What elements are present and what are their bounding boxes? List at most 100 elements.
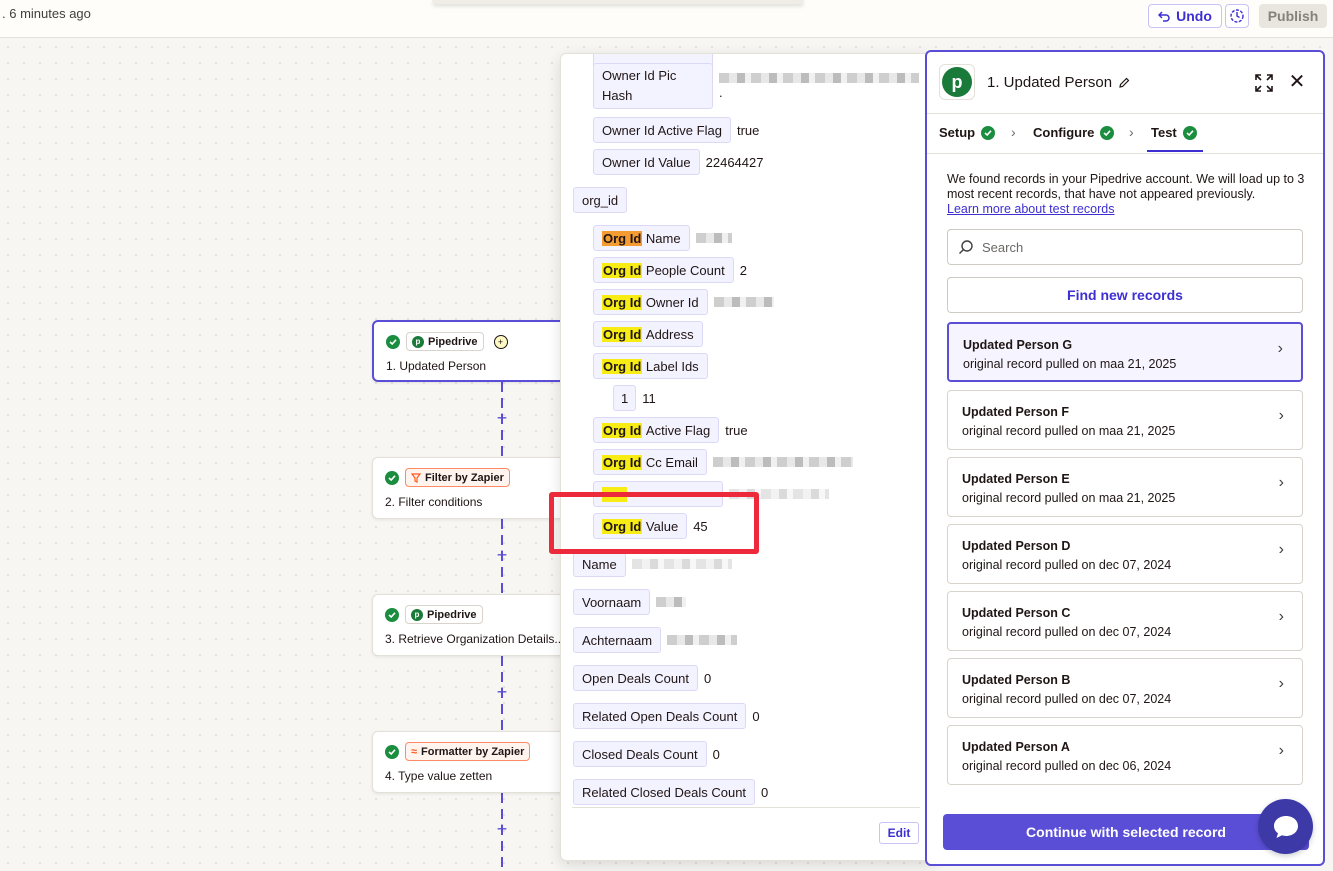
record-title: Updated Person G [963,338,1073,352]
record-subtitle: original record pulled on dec 07, 2024 [962,625,1172,639]
learn-more-link[interactable]: Learn more about test records [947,202,1114,216]
field-key[interactable]: Open Deals Count [573,665,698,691]
field-key[interactable]: Org Id Owner Id [593,289,708,315]
add-step-plus-icon[interactable]: + [494,820,510,838]
app-logo: p [939,64,975,100]
record-item[interactable]: Updated Person F original record pulled … [947,390,1303,450]
search-input[interactable] [982,239,1282,255]
field-value: 22464427 [705,154,764,170]
chevron-right-icon: › [1278,407,1284,424]
publish-button[interactable]: Publish [1259,4,1327,28]
field-value: 0 [703,670,712,686]
filter-icon [411,472,421,483]
field-key[interactable]: Owner Id Pic Hash [593,63,713,109]
test-info-text: We found records in your Pipedrive accou… [947,172,1305,201]
field-key[interactable]: Owner Id Active Flag [593,117,731,143]
step-card-2[interactable]: Filter by Zapier 2. Filter conditions [372,457,572,519]
divider [572,807,920,808]
tab-setup[interactable]: Setup [939,125,996,140]
record-item[interactable]: Updated Person B original record pulled … [947,658,1303,718]
close-icon[interactable]: ✕ [1287,72,1307,92]
record-item[interactable]: Updated Person C original record pulled … [947,591,1303,651]
record-search[interactable] [947,229,1303,265]
record-title: Updated Person C [962,606,1071,620]
app-badge: Filter by Zapier [405,468,510,487]
chevron-right-icon: › [1011,124,1016,140]
field-key[interactable]: Org Id People Count [593,257,734,283]
field-value: 0 [712,746,720,762]
record-subtitle: original record pulled on maa 21, 2025 [962,491,1176,505]
panel-title[interactable]: 1. Updated Person [987,74,1130,91]
edit-button[interactable]: Edit [879,822,919,844]
pipedrive-icon: p [411,608,423,621]
step-card-3[interactable]: p Pipedrive 3. Retrieve Organization Deta… [372,594,572,656]
history-icon [1230,9,1244,23]
field-key[interactable]: Closed Deals Count [573,741,707,767]
record-title: Updated Person B [962,673,1071,687]
field-value: true [736,122,760,138]
field-key[interactable]: 1 [613,385,637,411]
data-picker-popover: Owner Id Pic Hash . Owner Id Active Flag… [560,53,938,861]
step-tabs: Setup › Configure › Test [927,114,1323,154]
app-badge: p Pipedrive [405,605,483,624]
continue-with-selected-record-button[interactable]: Continue with selected record [943,814,1309,850]
record-item[interactable]: Updated Person E original record pulled … [947,457,1303,517]
pencil-icon[interactable] [1118,77,1130,89]
field-key[interactable]: Org Id Label Ids [593,353,708,379]
success-check-icon [981,125,996,140]
field-value: 11 [642,390,656,406]
field-key[interactable]: Org Id Cc Email [593,449,707,475]
search-icon [959,240,973,254]
annotation-highlight-box [549,492,759,554]
tab-configure[interactable]: Configure [1033,125,1115,140]
field-value: true [725,422,748,438]
step-card-4[interactable]: ≈ Formatter by Zapier 4. Type value zette… [372,731,572,793]
chevron-right-icon: › [1278,474,1284,491]
record-subtitle: original record pulled on dec 07, 2024 [962,692,1172,706]
record-item[interactable]: Updated Person G original record pulled … [947,322,1303,382]
data-list[interactable]: Owner Id Pic Hash . Owner Id Active Flag… [561,54,931,806]
chevron-right-icon: › [1278,541,1284,558]
step-title: 2. Filter conditions [385,495,483,509]
add-step-plus-icon[interactable]: + [494,546,510,564]
record-title: Updated Person D [962,539,1071,553]
record-item[interactable]: Updated Person A original record pulled … [947,725,1303,785]
add-step-plus-icon[interactable]: + [494,409,510,427]
history-button[interactable] [1225,4,1249,28]
field-value [631,559,732,569]
tab-test[interactable]: Test [1151,125,1197,140]
ai-sparkle-icon[interactable]: + [493,334,508,349]
success-check-icon [1182,125,1197,140]
field-key[interactable]: Voornaam [573,589,651,615]
formatter-icon: ≈ [411,745,418,758]
field-key[interactable]: Org Id Name [593,225,690,251]
panel-header: p 1. Updated Person ✕ [927,52,1323,114]
chevron-right-icon: › [1129,124,1134,140]
find-new-records-button[interactable]: Find new records [947,277,1303,313]
record-item[interactable]: Updated Person D original record pulled … [947,524,1303,584]
field-key[interactable]: Owner Id Value [593,149,700,175]
group-key[interactable]: org_id [573,187,628,213]
step-card-1[interactable]: p Pipedrive + 1. Updated Person [372,320,572,382]
top-center-toolbar [432,0,804,4]
field-key[interactable]: Related Closed Deals Count [573,779,756,805]
undo-label: Undo [1176,8,1212,24]
field-key[interactable]: Achternaam [573,627,662,653]
chat-support-button[interactable] [1258,799,1313,854]
record-title: Updated Person E [962,472,1070,486]
field-key[interactable]: Related Open Deals Count [573,703,747,729]
field-value: 0 [761,784,769,800]
field-value [667,635,738,645]
field-key[interactable]: Org Id Address [593,321,703,347]
step-detail-panel: p 1. Updated Person ✕ Setup › Configure … [925,50,1325,866]
success-check-icon [385,744,399,759]
expand-icon[interactable] [1254,73,1274,93]
success-check-icon [1100,125,1115,140]
field-key[interactable]: Org Id Active Flag [593,417,720,443]
add-step-plus-icon[interactable]: + [494,683,510,701]
step-title: 3. Retrieve Organization Details... [385,632,565,646]
undo-button[interactable]: Undo [1148,4,1222,28]
record-title: Updated Person F [962,405,1069,419]
record-subtitle: original record pulled on dec 07, 2024 [962,558,1172,572]
field-key[interactable]: Name [573,551,626,577]
